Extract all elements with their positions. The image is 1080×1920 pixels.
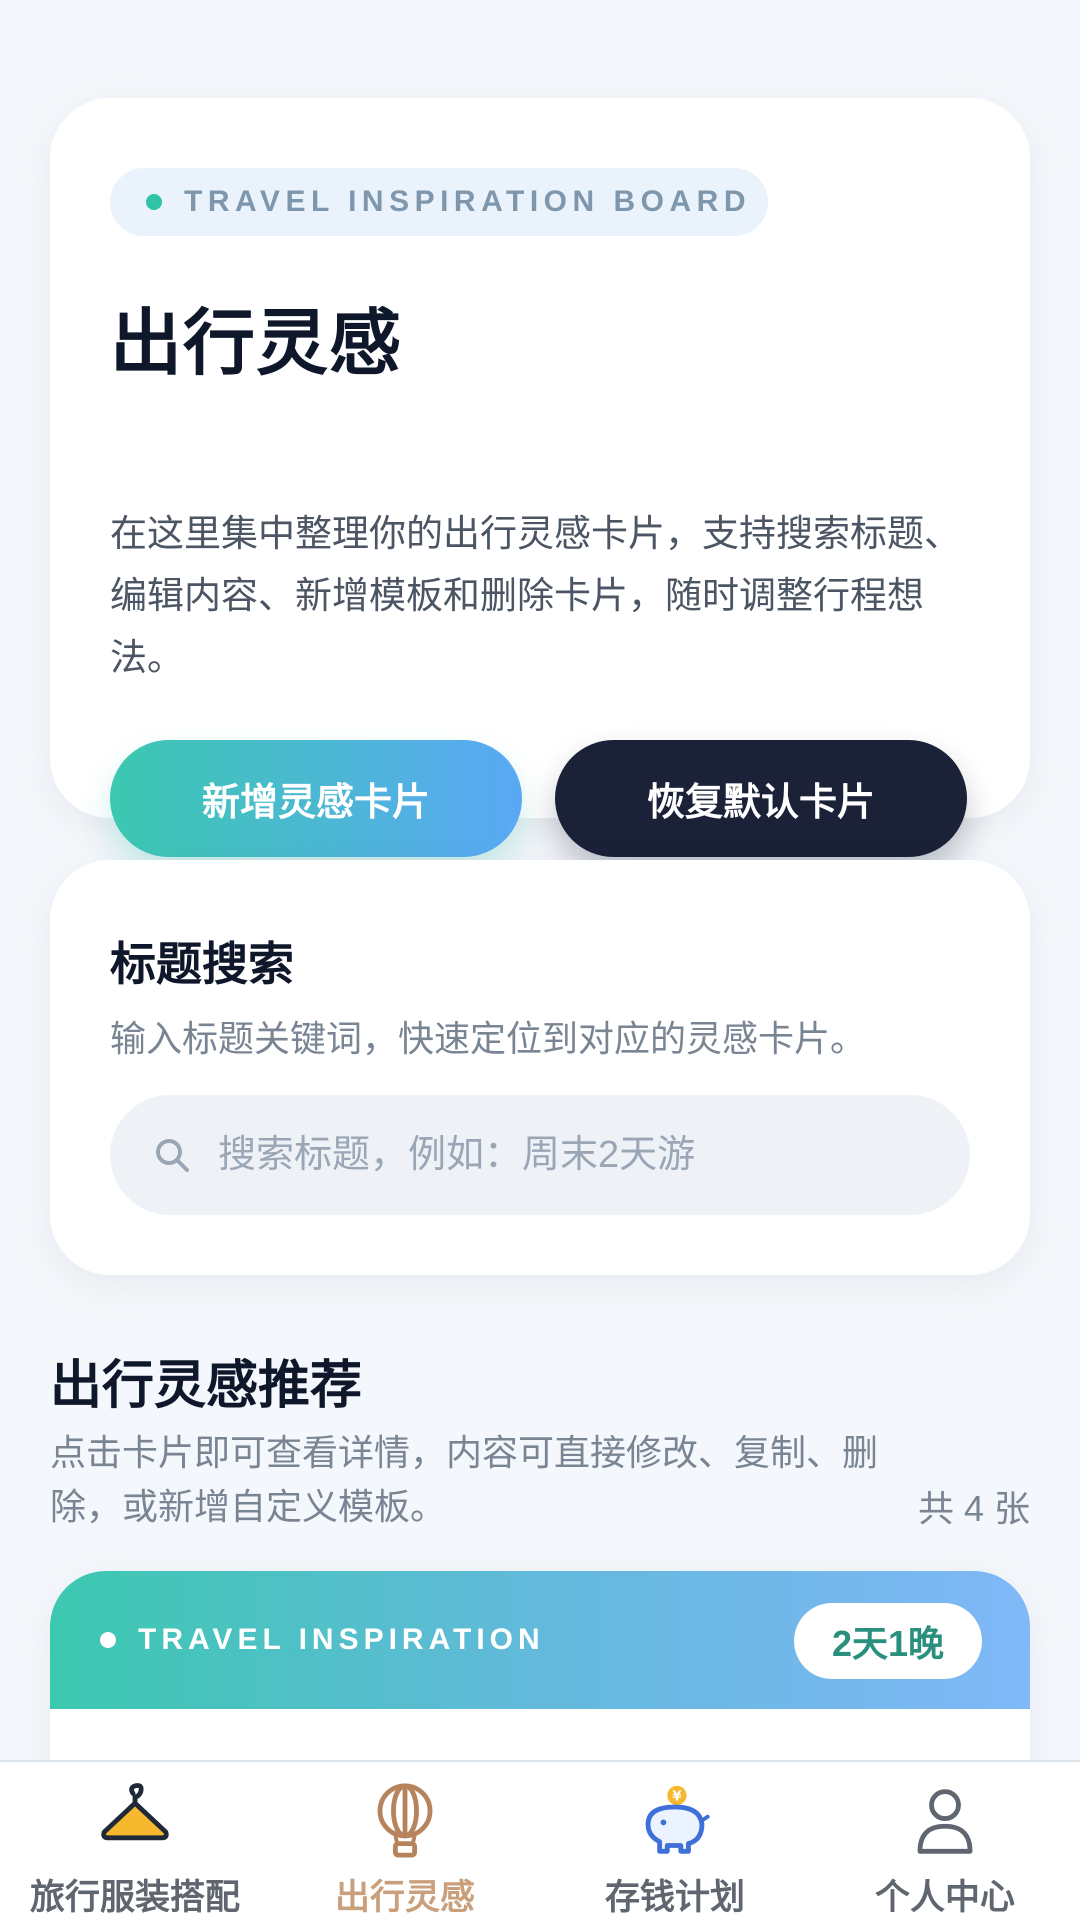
- search-section-subtitle: 输入标题关键词，快速定位到对应的灵感卡片。: [110, 1018, 867, 1059]
- card-count: 共 4 张: [917, 1488, 1030, 1529]
- search-box[interactable]: [110, 1095, 970, 1215]
- page: TRAVEL INSPIRATION BOARD 出行灵感 在这里集中整理你的出…: [0, 0, 1080, 1920]
- tab-savings-label: 存钱计划: [604, 1878, 745, 1917]
- search-icon: [156, 1139, 189, 1172]
- tab-outfit-label: 旅行服装搭配: [29, 1878, 240, 1917]
- tab-inspiration-label: 出行灵感: [334, 1878, 475, 1917]
- add-card-button[interactable]: 新增灵感卡片: [110, 740, 522, 857]
- tab-profile[interactable]: 个人中心: [810, 1762, 1080, 1920]
- board-badge-label: TRAVEL INSPIRATION BOARD: [184, 185, 752, 218]
- hot-air-balloon-icon: [377, 1783, 433, 1858]
- bottom-tab-bar: 旅行服装搭配 出行灵感 ¥ 存钱计划 个人中心: [0, 1760, 1080, 1920]
- inspiration-card-label: TRAVEL INSPIRATION: [138, 1623, 545, 1656]
- piggy-bank-icon: ¥: [645, 1785, 710, 1854]
- search-card: 标题搜索 输入标题关键词，快速定位到对应的灵感卡片。: [50, 860, 1030, 1275]
- hero-description: 在这里集中整理你的出行灵感卡片，支持搜索标题、编辑内容、新增模板和删除卡片，随时…: [110, 513, 961, 678]
- recommend-description: 点击卡片即可查看详情，内容可直接修改、复制、删除，或新增自定义模板。: [50, 1432, 879, 1527]
- page-title: 出行灵感: [110, 304, 403, 384]
- hero-card: TRAVEL INSPIRATION BOARD 出行灵感 在这里集中整理你的出…: [50, 98, 1030, 857]
- search-section-title: 标题搜索: [110, 938, 294, 990]
- recommend-title: 出行灵感推荐: [50, 1357, 363, 1415]
- tab-inspiration[interactable]: 出行灵感: [270, 1762, 540, 1920]
- svg-text:¥: ¥: [672, 1788, 682, 1804]
- tab-savings[interactable]: ¥ 存钱计划: [540, 1762, 810, 1920]
- inspiration-card-header: TRAVEL INSPIRATION 2天1晚: [50, 1571, 1030, 1709]
- badge-dot-icon: [146, 194, 162, 210]
- board-badge: TRAVEL INSPIRATION BOARD: [110, 168, 768, 236]
- hanger-icon: [101, 1783, 169, 1841]
- tab-outfit[interactable]: 旅行服装搭配: [0, 1762, 270, 1920]
- reset-cards-button[interactable]: 恢复默认卡片: [555, 740, 967, 857]
- card-dot-icon: [100, 1632, 116, 1648]
- user-icon: [917, 1789, 973, 1854]
- tab-profile-label: 个人中心: [874, 1878, 1015, 1917]
- duration-badge: 2天1晚: [793, 1603, 982, 1679]
- search-input[interactable]: [218, 1133, 918, 1177]
